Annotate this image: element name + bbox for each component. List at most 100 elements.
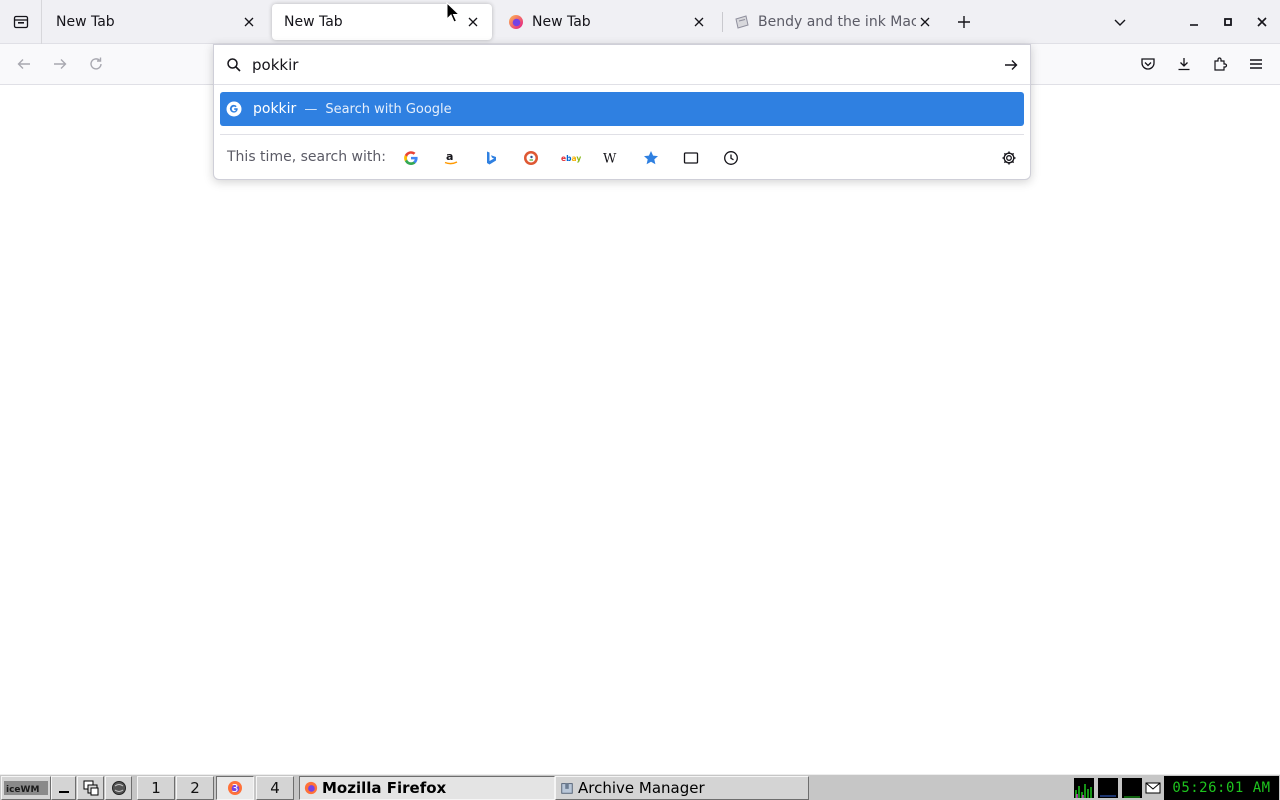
task-label: Archive Manager — [578, 779, 705, 797]
tab-title: New Tab — [56, 14, 115, 30]
tab-close-button[interactable] — [690, 13, 708, 31]
workspace-1-button[interactable]: 1 — [137, 776, 175, 800]
globe-icon — [111, 781, 126, 795]
tab[interactable]: Bendy and the ink Machin — [722, 4, 944, 40]
maximize-icon — [1224, 18, 1232, 26]
workspace-3-button[interactable]: 3 — [216, 776, 254, 800]
tab-title: New Tab — [284, 14, 343, 30]
workspace-label: 2 — [190, 779, 200, 797]
network-monitor-icon — [1098, 778, 1118, 798]
ebay-icon: ebay — [561, 154, 581, 163]
bookmarks-search-button[interactable] — [640, 147, 662, 169]
taskbar: iceWM 1 2 3 4 Mozilla Firefox Archive Ma… — [0, 774, 1280, 800]
hamburger-icon — [1250, 59, 1262, 69]
taskbar-task-firefox[interactable]: Mozilla Firefox — [299, 776, 555, 800]
icewm-logo-icon: iceWM — [4, 781, 48, 795]
search-settings-button[interactable] — [998, 147, 1020, 169]
wikipedia-icon: W — [603, 152, 617, 167]
minimize-all-icon — [58, 791, 69, 793]
arrow-right-icon — [1005, 60, 1018, 70]
duckduckgo-search-button[interactable] — [520, 147, 542, 169]
window-list-button[interactable] — [77, 776, 104, 800]
workspace-label: 1 — [151, 779, 161, 797]
amazon-search-button[interactable]: a — [440, 147, 462, 169]
google-icon — [226, 101, 242, 117]
browser-launcher-button[interactable] — [105, 776, 132, 800]
svg-text:W: W — [603, 152, 617, 167]
amazon-icon: a — [444, 150, 458, 165]
arrow-left-icon — [17, 59, 30, 69]
google-icon — [404, 151, 418, 165]
plus-icon — [958, 16, 970, 28]
svg-text:ebay: ebay — [561, 154, 581, 163]
go-button[interactable] — [1002, 56, 1020, 74]
pocket-icon — [1141, 58, 1155, 70]
svg-text:a: a — [446, 150, 453, 163]
pocket-button[interactable] — [1136, 52, 1160, 76]
tab[interactable]: New Tab — [44, 4, 268, 40]
history-search-button[interactable] — [720, 147, 742, 169]
minimize-icon — [1190, 24, 1198, 26]
forward-button[interactable] — [48, 52, 72, 76]
app-menu-button[interactable] — [1244, 52, 1268, 76]
firefox-icon — [304, 781, 318, 795]
minimize-button[interactable] — [1184, 12, 1204, 32]
bing-search-button[interactable] — [480, 147, 502, 169]
new-tab-button[interactable] — [952, 10, 976, 34]
tab[interactable]: New Tab — [496, 4, 718, 40]
show-desktop-button[interactable] — [51, 776, 76, 800]
search-icon — [227, 58, 241, 72]
svg-text:iceWM: iceWM — [6, 785, 39, 795]
mail-button[interactable] — [1143, 776, 1163, 800]
close-window-button[interactable] — [1252, 12, 1272, 32]
close-icon — [694, 17, 704, 27]
bing-icon — [487, 151, 496, 165]
suggestion-separator: — — [304, 101, 318, 117]
page-icon — [735, 15, 749, 29]
downloads-button[interactable] — [1172, 52, 1196, 76]
urlbar-input-row — [214, 45, 1030, 85]
workspace-4-button[interactable]: 4 — [256, 776, 294, 800]
reload-button[interactable] — [84, 52, 108, 76]
chevron-down-icon — [1114, 19, 1126, 26]
taskbar-task-archive-manager[interactable]: Archive Manager — [555, 776, 809, 800]
tab-icon — [683, 152, 699, 164]
tab-close-button[interactable] — [916, 13, 934, 31]
divider — [220, 134, 1024, 135]
extensions-button[interactable] — [1208, 52, 1232, 76]
reload-icon — [90, 57, 102, 70]
star-icon — [644, 151, 658, 165]
urlbar-popup: pokkir — Search with Google This time, s… — [213, 44, 1031, 180]
list-all-tabs-button[interactable] — [1108, 10, 1132, 34]
one-off-search-label: This time, search with: — [227, 149, 386, 165]
puzzle-icon — [1214, 57, 1228, 71]
tab-title: Bendy and the ink Machin — [758, 14, 916, 30]
gear-icon — [1002, 151, 1016, 165]
wikipedia-search-button[interactable]: W — [600, 147, 622, 169]
tab-close-button[interactable] — [464, 13, 482, 31]
back-button[interactable] — [12, 52, 36, 76]
download-icon — [1178, 58, 1190, 71]
tabs-search-button[interactable] — [680, 147, 702, 169]
workspace-2-button[interactable]: 2 — [176, 776, 214, 800]
firefox-view-button[interactable] — [0, 0, 42, 44]
ebay-search-button[interactable]: ebay — [560, 147, 582, 169]
duckduckgo-icon — [524, 151, 538, 165]
maximize-button[interactable] — [1218, 12, 1238, 32]
google-search-button[interactable] — [400, 147, 422, 169]
arrow-right-icon — [54, 59, 67, 69]
memory-monitor-icon — [1122, 778, 1142, 798]
urlbar-input[interactable] — [252, 53, 972, 77]
clock[interactable]: 05:26:01 AM — [1164, 776, 1279, 800]
firefox-icon — [509, 15, 523, 29]
start-menu-button[interactable]: iceWM — [1, 776, 51, 800]
search-suggestion-row[interactable]: pokkir — Search with Google — [220, 92, 1024, 126]
tab-title: New Tab — [532, 14, 591, 30]
workspace-label: 3 — [231, 781, 239, 795]
mail-icon — [1145, 782, 1161, 794]
tab-close-button[interactable] — [240, 13, 258, 31]
task-label: Mozilla Firefox — [322, 779, 447, 797]
archive-icon — [561, 783, 573, 794]
close-icon — [468, 17, 478, 27]
windows-icon — [83, 780, 98, 796]
